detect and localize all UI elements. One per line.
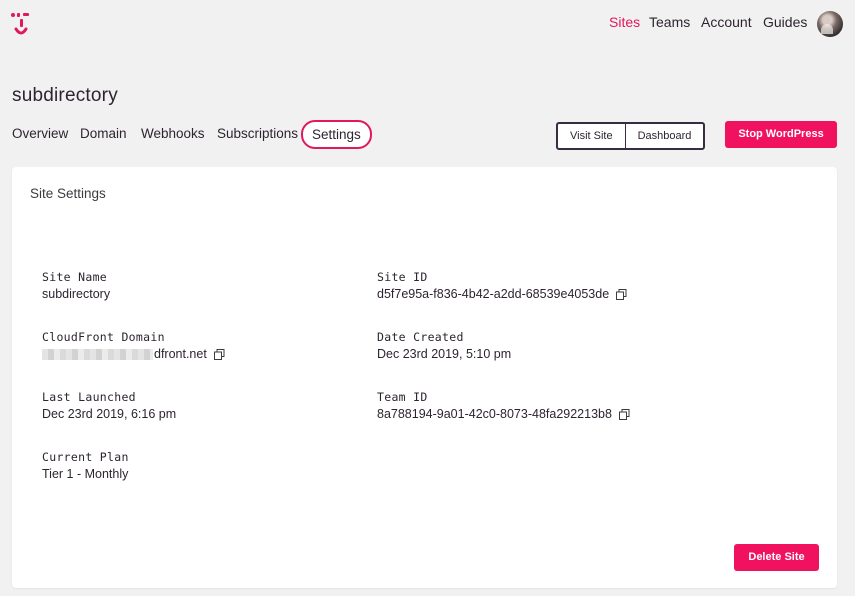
user-avatar[interactable]: [817, 11, 843, 37]
top-navigation: Sites Teams Account Guides: [0, 0, 855, 46]
tab-domain[interactable]: Domain: [80, 126, 127, 141]
nav-link-sites[interactable]: Sites: [609, 14, 640, 30]
date-created-value: Dec 23rd 2019, 5:10 pm: [377, 347, 511, 361]
card-title: Site Settings: [30, 186, 106, 201]
site-settings-card: Site Settings Site Name subdirectory Clo…: [12, 167, 837, 588]
page-title: subdirectory: [12, 85, 118, 106]
cloudfront-domain-label: CloudFront Domain: [42, 330, 165, 344]
cloudfront-domain-value: dfront.net: [42, 347, 225, 361]
dashboard-button[interactable]: Dashboard: [624, 124, 704, 148]
current-plan-text: Tier 1 - Monthly: [42, 467, 129, 481]
site-id-text: d5f7e95a-f836-4b42-a2dd-68539e4053de: [377, 287, 610, 301]
tab-settings[interactable]: Settings: [301, 120, 372, 149]
tab-webhooks[interactable]: Webhooks: [141, 126, 205, 141]
brand-logo-icon[interactable]: [10, 10, 32, 38]
nav-link-account[interactable]: Account: [701, 14, 752, 30]
copy-icon[interactable]: [616, 288, 627, 300]
site-id-label: Site ID: [377, 270, 428, 284]
site-name-label: Site Name: [42, 270, 108, 284]
nav-link-teams[interactable]: Teams: [649, 14, 690, 30]
site-link-button-group: Visit Site Dashboard: [556, 122, 706, 150]
delete-site-button[interactable]: Delete Site: [734, 544, 819, 571]
tab-subscriptions[interactable]: Subscriptions: [217, 126, 298, 141]
team-id-value: 8a788194-9a01-42c0-8073-48fa292213b8: [377, 407, 630, 421]
current-plan-label: Current Plan: [42, 450, 129, 464]
date-created-text: Dec 23rd 2019, 5:10 pm: [377, 347, 512, 361]
team-id-label: Team ID: [377, 390, 428, 404]
current-plan-value: Tier 1 - Monthly: [42, 467, 128, 481]
cloudfront-domain-text: dfront.net: [154, 347, 207, 361]
stop-wordpress-button[interactable]: Stop WordPress: [725, 121, 837, 148]
copy-icon[interactable]: [213, 348, 225, 360]
redacted-domain-prefix: [42, 348, 153, 360]
site-id-value: d5f7e95a-f836-4b42-a2dd-68539e4053de: [377, 287, 627, 301]
site-name-value: subdirectory: [42, 287, 110, 301]
last-launched-value: Dec 23rd 2019, 6:16 pm: [42, 407, 176, 421]
date-created-label: Date Created: [377, 330, 464, 344]
last-launched-label: Last Launched: [42, 390, 136, 404]
nav-link-guides[interactable]: Guides: [763, 14, 807, 30]
copy-icon[interactable]: [618, 408, 630, 420]
site-name-text: subdirectory: [42, 287, 111, 301]
team-id-text: 8a788194-9a01-42c0-8073-48fa292213b8: [377, 407, 612, 421]
last-launched-text: Dec 23rd 2019, 6:16 pm: [42, 407, 177, 421]
visit-site-button[interactable]: Visit Site: [558, 124, 625, 148]
tab-overview[interactable]: Overview: [12, 126, 68, 141]
